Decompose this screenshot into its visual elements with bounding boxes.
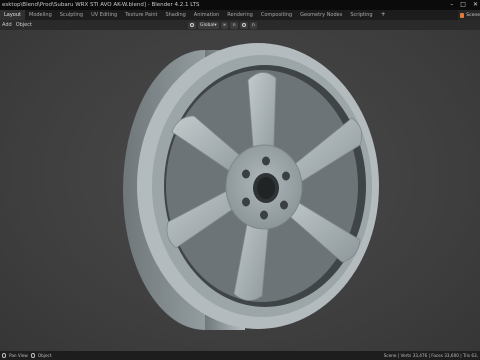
tab-scripting[interactable]: Scripting: [346, 10, 376, 20]
tab-shading[interactable]: Shading: [161, 10, 189, 20]
status-object: Object: [37, 353, 52, 358]
transform-controls: Global ▾ ∞ ∩ ∩: [188, 21, 257, 29]
minimize-button[interactable]: –: [450, 0, 453, 10]
orientation-label: Global: [200, 22, 215, 28]
wheel-model: [123, 43, 379, 330]
status-bar: Pan View Object Scene | Verts 33,476 | F…: [0, 351, 480, 360]
chevron-down-icon: ▾: [214, 22, 217, 28]
tab-rendering[interactable]: Rendering: [223, 10, 257, 20]
proportional-falloff[interactable]: ∩: [249, 21, 257, 29]
window-title: esktop\Blend\Prod\Subaru WRX STI AVO AK-…: [2, 2, 200, 8]
add-workspace-button[interactable]: +: [377, 10, 390, 20]
mouse-icon: [30, 353, 35, 358]
magnet-icon: ∩: [232, 22, 236, 28]
status-pan-view: Pan View: [9, 353, 28, 358]
tab-geometry-nodes[interactable]: Geometry Nodes: [296, 10, 346, 20]
viewport-header: Add Object Global ▾ ∞ ∩ ∩: [0, 20, 480, 30]
orientation-icon-button[interactable]: [188, 21, 196, 29]
scene-label: Scene: [466, 12, 480, 18]
mouse-icon: [2, 353, 6, 358]
tab-animation[interactable]: Animation: [190, 10, 224, 20]
title-bar: esktop\Blend\Prod\Subaru WRX STI AVO AK-…: [0, 0, 480, 10]
link-icon: ∞: [222, 22, 227, 28]
status-hints: Pan View Object: [2, 351, 51, 360]
scene-stats: Scene | Verts 33,476 | Faces 33,600 | Tr…: [383, 353, 478, 358]
tab-modeling[interactable]: Modeling: [25, 10, 56, 20]
maximize-button[interactable]: □: [460, 0, 466, 10]
workspace-tabs: Layout Modeling Sculpting UV Editing Tex…: [0, 10, 480, 20]
window-controls: – □ ✕: [450, 0, 478, 10]
tab-uv-editing[interactable]: UV Editing: [87, 10, 121, 20]
add-menu[interactable]: Add: [0, 22, 14, 28]
object-menu[interactable]: Object: [14, 22, 34, 28]
proportional-edit-button[interactable]: [239, 21, 248, 29]
tab-layout[interactable]: Layout: [0, 10, 25, 20]
snap-button[interactable]: ∞: [220, 21, 229, 29]
tab-compositing[interactable]: Compositing: [257, 10, 296, 20]
proportional-icon: [241, 23, 246, 27]
scene-selector[interactable]: Scene: [458, 10, 480, 20]
falloff-icon: ∩: [251, 22, 255, 28]
close-button[interactable]: ✕: [473, 0, 478, 10]
orientation-dropdown[interactable]: Global ▾: [198, 21, 219, 29]
3d-viewport[interactable]: [0, 30, 480, 351]
tab-texture-paint[interactable]: Texture Paint: [121, 10, 161, 20]
scene-icon: [460, 12, 465, 18]
tab-sculpting[interactable]: Sculpting: [56, 10, 87, 20]
snap-toggle[interactable]: ∩: [230, 21, 238, 29]
orientation-icon: [190, 23, 194, 27]
